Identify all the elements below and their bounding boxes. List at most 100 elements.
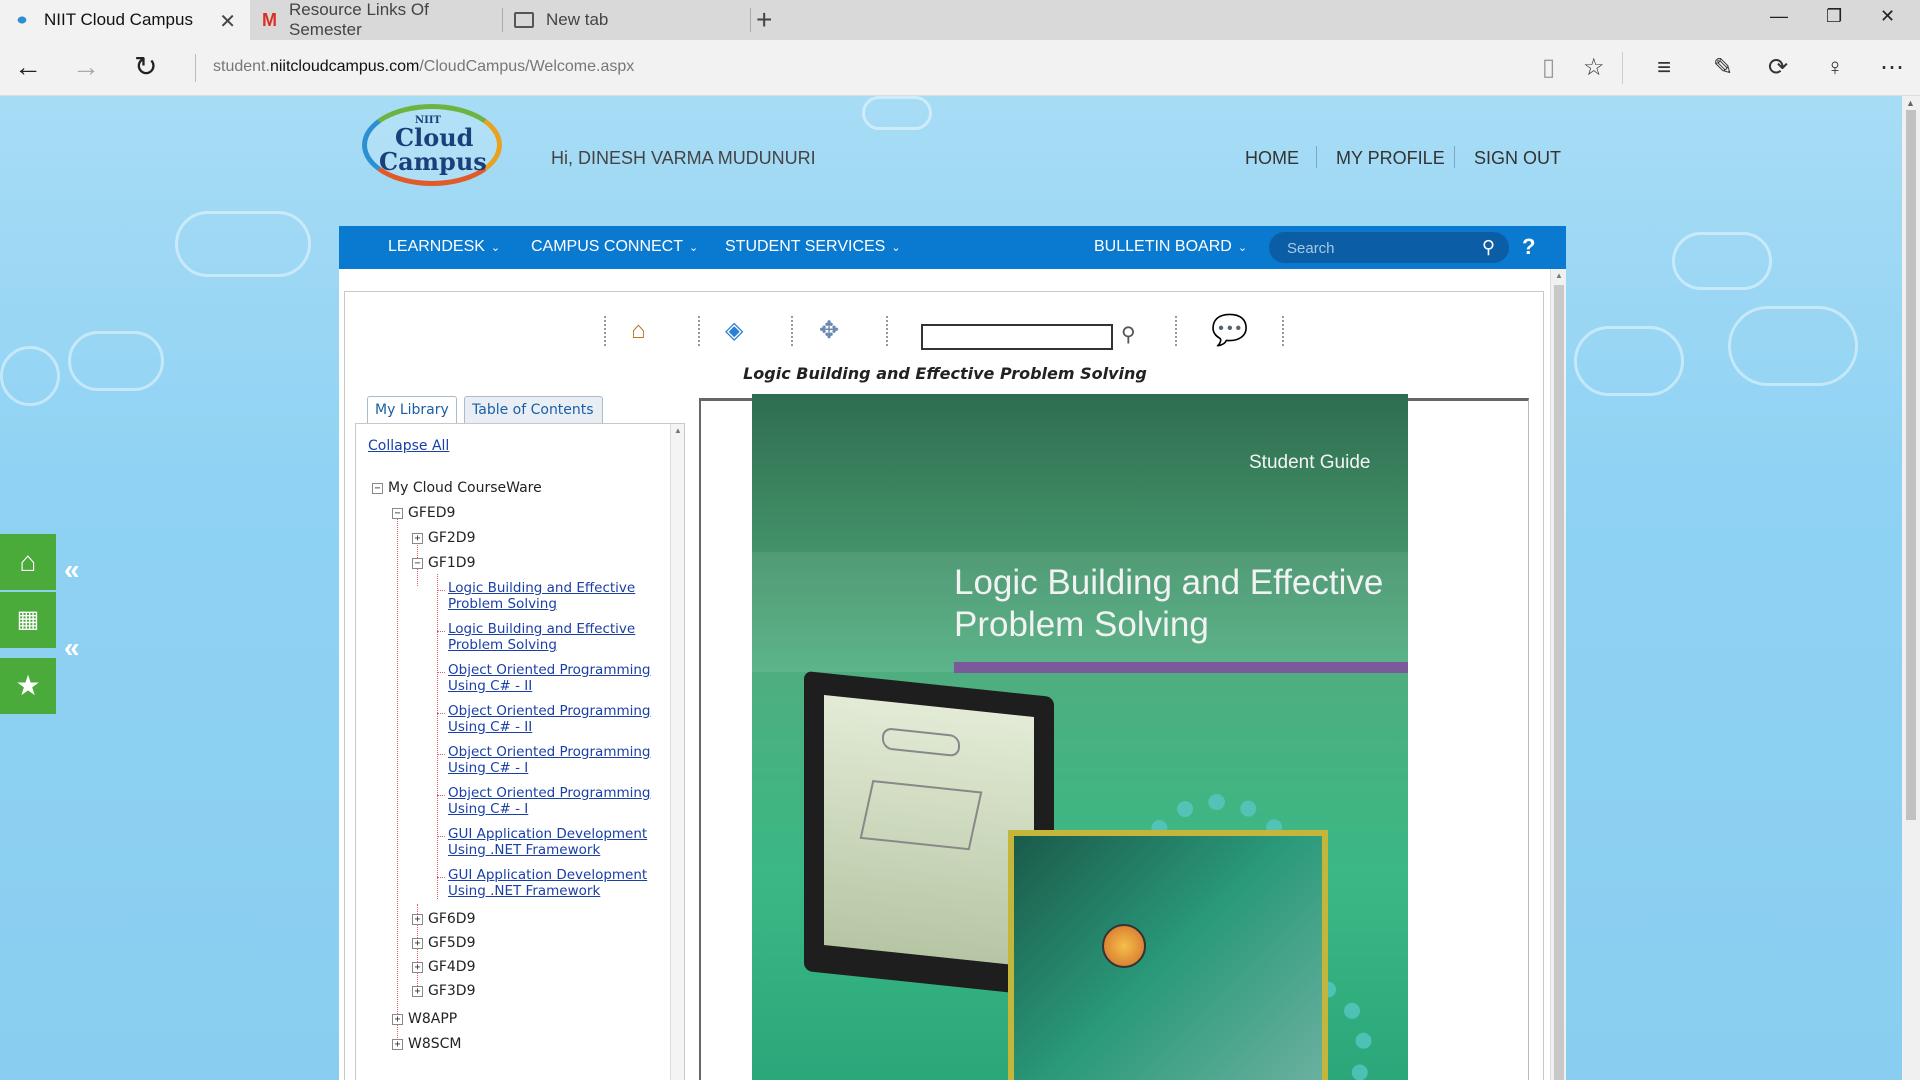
tab-table-of-contents[interactable]: Table of Contents bbox=[464, 396, 603, 424]
viewer-search-input[interactable] bbox=[921, 324, 1113, 350]
tree-node-gfed9[interactable]: GFED9 bbox=[408, 505, 455, 521]
chat-bubbles-icon[interactable]: 💬 bbox=[1211, 316, 1248, 346]
tree-node-module[interactable]: W8APP bbox=[408, 1011, 457, 1027]
page-scrollbar[interactable]: ▲ bbox=[1902, 96, 1920, 1080]
course-link[interactable]: Logic Building and Effective Problem Sol… bbox=[448, 621, 663, 653]
tree-node-module[interactable]: GF3D9 bbox=[428, 983, 476, 999]
scrollbar-thumb[interactable] bbox=[1906, 110, 1916, 820]
course-link[interactable]: Logic Building and Effective Problem Sol… bbox=[448, 580, 663, 612]
expand-toggle-icon[interactable]: + bbox=[412, 962, 423, 973]
logo-campus-text: Campus bbox=[379, 147, 487, 176]
site-search-input[interactable] bbox=[1287, 238, 1467, 258]
expand-toggle-icon[interactable]: + bbox=[412, 914, 423, 925]
course-link[interactable]: Object Oriented Programming Using C# - I… bbox=[448, 662, 663, 694]
url-prefix: student. bbox=[213, 58, 270, 75]
niit-cloud-campus-logo[interactable]: NIIT Cloud Campus bbox=[362, 104, 502, 186]
expand-toggle-icon[interactable]: + bbox=[392, 1039, 403, 1050]
toolbar-separator bbox=[791, 316, 793, 346]
cloud-decoration bbox=[68, 331, 164, 391]
tab-my-library[interactable]: My Library bbox=[367, 396, 457, 424]
expand-toggle-icon[interactable]: + bbox=[412, 938, 423, 949]
home-link[interactable]: HOME bbox=[1245, 148, 1299, 169]
tree-node-gf2d9[interactable]: GF2D9 bbox=[428, 530, 476, 546]
browser-tab-niit-cloud-campus[interactable]: NIIT Cloud Campus ✕ bbox=[0, 0, 250, 40]
close-window-icon[interactable]: ✕ bbox=[1880, 6, 1895, 27]
tree-node-module[interactable]: GF4D9 bbox=[428, 959, 476, 975]
collapse-left-icon[interactable]: « bbox=[64, 554, 80, 586]
share-icon[interactable]: ⟳ bbox=[1768, 54, 1788, 82]
sign-out-link[interactable]: SIGN OUT bbox=[1474, 148, 1561, 169]
book-cover-image[interactable]: Student Guide Logic Building and Effecti… bbox=[752, 394, 1408, 1080]
collapse-toggle-icon[interactable]: − bbox=[372, 483, 383, 494]
forward-arrow-icon[interactable]: → bbox=[72, 52, 100, 82]
reading-view-icon[interactable]: ▯ bbox=[1542, 54, 1555, 82]
target-illustration bbox=[1102, 924, 1146, 968]
address-bar: ← → ↻ student.niitcloudcampus.com/CloudC… bbox=[0, 40, 1920, 96]
user-greeting: Hi, DINESH VARMA MUDUNURI bbox=[551, 148, 816, 168]
back-arrow-icon[interactable]: ← bbox=[14, 52, 42, 82]
scroll-up-icon[interactable]: ▲ bbox=[674, 426, 682, 435]
collapse-toggle-icon[interactable]: − bbox=[412, 558, 423, 569]
course-link[interactable]: GUI Application Development Using .NET F… bbox=[448, 826, 663, 858]
home-icon[interactable]: ⌂ bbox=[631, 318, 646, 344]
minimize-icon[interactable]: — bbox=[1770, 6, 1788, 27]
course-link[interactable]: GUI Application Development Using .NET F… bbox=[448, 867, 663, 899]
cover-accent-bar bbox=[954, 662, 1408, 673]
scroll-up-icon[interactable]: ▲ bbox=[1906, 98, 1915, 108]
tree-node-root[interactable]: My Cloud CourseWare bbox=[388, 480, 542, 496]
new-tab-page-icon bbox=[514, 12, 534, 28]
info-icon[interactable]: ◈ bbox=[725, 318, 743, 344]
refresh-icon[interactable]: ↻ bbox=[134, 52, 157, 82]
my-profile-link[interactable]: MY PROFILE bbox=[1336, 148, 1445, 169]
menu-campus-connect[interactable]: CAMPUS CONNECT ⌄ bbox=[531, 238, 698, 256]
expand-toggle-icon[interactable]: + bbox=[392, 1014, 403, 1025]
cloud-decoration bbox=[0, 346, 60, 406]
new-tab-button[interactable]: + bbox=[756, 4, 772, 36]
help-icon[interactable]: ? bbox=[1522, 234, 1535, 260]
menu-learndesk[interactable]: LEARNDESK ⌄ bbox=[388, 238, 500, 256]
header-link-divider bbox=[1316, 146, 1317, 168]
favorite-star-icon[interactable]: ☆ bbox=[1583, 54, 1605, 82]
tree-connector bbox=[437, 713, 445, 714]
course-link[interactable]: Object Oriented Programming Using C# - I… bbox=[448, 703, 663, 735]
home-icon[interactable]: ⌂ bbox=[0, 534, 56, 590]
fullscreen-icon[interactable]: ✥ bbox=[819, 318, 839, 344]
calendar-icon[interactable]: ▦ bbox=[0, 592, 56, 648]
expand-toggle-icon[interactable]: + bbox=[412, 533, 423, 544]
search-icon[interactable]: ⚲ bbox=[1482, 237, 1495, 258]
restore-window-icon[interactable]: ❐ bbox=[1826, 6, 1842, 27]
tree-node-module[interactable]: GF6D9 bbox=[428, 911, 476, 927]
star-icon[interactable]: ★ bbox=[0, 658, 56, 714]
site-search: ⚲ bbox=[1269, 232, 1509, 263]
collapse-left-icon[interactable]: « bbox=[64, 632, 80, 664]
scrollbar-thumb[interactable] bbox=[1554, 285, 1564, 1080]
library-scrollbar[interactable]: ▲ bbox=[670, 424, 684, 1080]
url-field[interactable]: student.niitcloudcampus.com/CloudCampus/… bbox=[213, 58, 634, 76]
course-link[interactable]: Object Oriented Programming Using C# - I bbox=[448, 785, 663, 817]
hub-icon[interactable]: ≡ bbox=[1657, 54, 1671, 82]
magnifier-icon[interactable]: ⚲ bbox=[1121, 322, 1136, 347]
collapse-all-link[interactable]: Collapse All bbox=[368, 438, 449, 454]
browser-tab-resource-links[interactable]: M Resource Links Of Semester bbox=[250, 0, 502, 40]
menu-bulletin-board[interactable]: BULLETIN BOARD ⌄ bbox=[1094, 238, 1247, 256]
header-link-divider bbox=[1454, 146, 1455, 168]
menu-student-services[interactable]: STUDENT SERVICES ⌄ bbox=[725, 238, 901, 256]
chevron-down-icon: ⌄ bbox=[891, 242, 901, 254]
close-tab-icon[interactable]: ✕ bbox=[219, 9, 236, 34]
collapse-toggle-icon[interactable]: − bbox=[392, 508, 403, 519]
tree-node-gf1d9[interactable]: GF1D9 bbox=[428, 555, 476, 571]
more-options-icon[interactable]: ⋯ bbox=[1880, 54, 1904, 82]
feedback-icon[interactable]: ♀ bbox=[1826, 54, 1844, 82]
scroll-up-icon[interactable]: ▲ bbox=[1555, 271, 1563, 280]
course-link[interactable]: Object Oriented Programming Using C# - I bbox=[448, 744, 663, 776]
expand-toggle-icon[interactable]: + bbox=[412, 986, 423, 997]
browser-tab-new-tab[interactable]: New tab bbox=[502, 0, 750, 40]
web-note-icon[interactable]: ✎ bbox=[1713, 54, 1733, 82]
content-scrollbar[interactable]: ▲ bbox=[1550, 269, 1566, 1080]
tree-node-module[interactable]: W8SCM bbox=[408, 1036, 462, 1052]
document-title: Logic Building and Effective Problem Sol… bbox=[743, 364, 1147, 383]
chevron-down-icon: ⌄ bbox=[689, 242, 699, 254]
browser-tab-title: NIIT Cloud Campus bbox=[44, 10, 193, 29]
tree-node-module[interactable]: GF5D9 bbox=[428, 935, 476, 951]
browser-tab-strip: NIIT Cloud Campus ✕ M Resource Links Of … bbox=[0, 0, 1920, 40]
